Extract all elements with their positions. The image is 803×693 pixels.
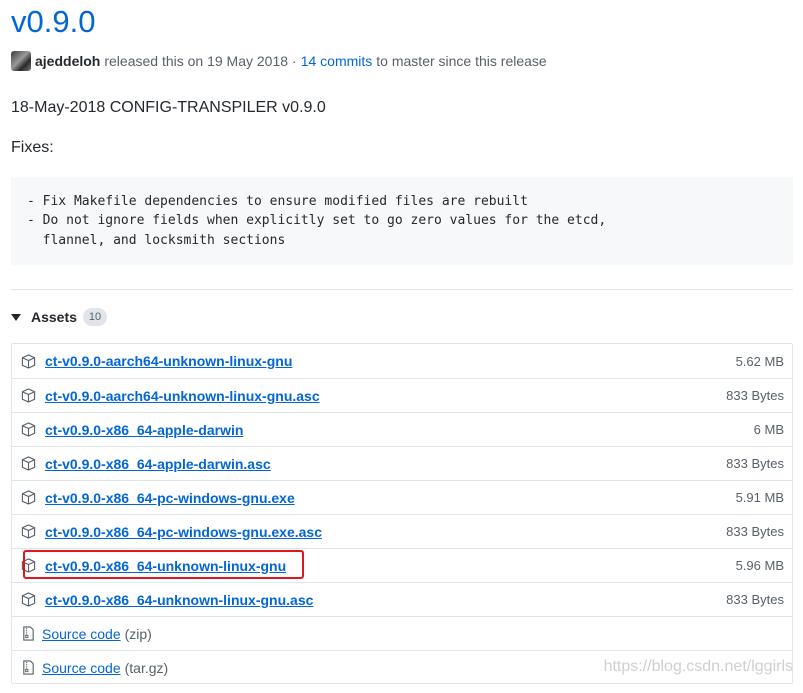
asset-row[interactable]: ct-v0.9.0-x86_64-unknown-linux-gnu.asc 8… — [12, 582, 792, 616]
release-meta: ajeddeloh released this on 19 May 2018 ·… — [11, 50, 551, 72]
source-code-ext: (zip) — [124, 625, 152, 642]
package-icon — [21, 388, 36, 403]
asset-row[interactable]: ct-v0.9.0-aarch64-unknown-linux-gnu.asc … — [12, 378, 792, 412]
author-link[interactable]: ajeddeloh — [35, 53, 100, 69]
source-code-link[interactable]: Source code — [42, 660, 121, 676]
source-code-ext: (tar.gz) — [124, 659, 169, 676]
asset-link[interactable]: ct-v0.9.0-x86_64-apple-darwin — [45, 422, 243, 438]
release-headline: 18-May-2018 CONFIG-TRANSPILER v0.9.0 — [11, 99, 326, 116]
asset-size: 833 Bytes — [726, 456, 784, 471]
asset-size: 5.96 MB — [735, 558, 784, 573]
assets-count-badge: 10 — [82, 308, 108, 326]
package-icon — [21, 558, 36, 573]
asset-row[interactable]: ct-v0.9.0-aarch64-unknown-linux-gnu 5.62… — [12, 344, 792, 378]
asset-row[interactable]: ct-v0.9.0-x86_64-pc-windows-gnu.exe 5.91… — [12, 480, 792, 514]
asset-size: 833 Bytes — [726, 524, 784, 539]
asset-link[interactable]: ct-v0.9.0-aarch64-unknown-linux-gnu — [45, 353, 292, 369]
asset-row[interactable]: ct-v0.9.0-x86_64-apple-darwin.asc 833 By… — [12, 446, 792, 480]
asset-link[interactable]: ct-v0.9.0-x86_64-unknown-linux-gnu.asc — [45, 592, 313, 608]
package-icon — [21, 422, 36, 437]
asset-size: 6 MB — [753, 422, 784, 437]
source-code-link[interactable]: Source code — [42, 626, 121, 642]
asset-size: 5.91 MB — [735, 490, 784, 505]
released-text: released this on 19 May 2018 — [104, 53, 289, 69]
assets-list: ct-v0.9.0-aarch64-unknown-linux-gnu 5.62… — [11, 343, 793, 684]
file-zip-icon — [23, 660, 34, 675]
asset-row[interactable]: ct-v0.9.0-x86_64-apple-darwin 6 MB — [12, 412, 792, 446]
asset-row[interactable]: ct-v0.9.0-x86_64-pc-windows-gnu.exe.asc … — [12, 514, 792, 548]
commits-suffix: to master since this release — [376, 53, 547, 69]
package-icon — [21, 353, 36, 369]
fixes-label: Fixes: — [11, 139, 54, 156]
author-avatar[interactable] — [11, 51, 31, 71]
package-icon — [21, 490, 36, 505]
package-icon — [21, 456, 36, 471]
source-code-row[interactable]: Source code (zip) — [12, 616, 792, 650]
asset-link[interactable]: ct-v0.9.0-x86_64-pc-windows-gnu.exe — [45, 490, 295, 506]
watermark: https://blog.csdn.net/lggirls — [603, 658, 793, 675]
assets-toggle[interactable]: Assets 10 — [11, 306, 108, 328]
release-title[interactable]: v0.9.0 — [11, 2, 95, 42]
asset-size: 833 Bytes — [726, 388, 784, 403]
package-icon — [21, 524, 36, 539]
caret-down-icon — [11, 313, 21, 321]
asset-size: 5.62 MB — [735, 353, 784, 369]
asset-link[interactable]: ct-v0.9.0-aarch64-unknown-linux-gnu.asc — [45, 388, 320, 404]
asset-row[interactable]: ct-v0.9.0-x86_64-unknown-linux-gnu 5.96 … — [12, 548, 792, 582]
asset-link[interactable]: ct-v0.9.0-x86_64-unknown-linux-gnu — [45, 558, 286, 574]
commits-link[interactable]: 14 commits — [301, 53, 373, 69]
asset-link[interactable]: ct-v0.9.0-x86_64-pc-windows-gnu.exe.asc — [45, 524, 322, 540]
package-icon — [21, 592, 36, 607]
asset-link[interactable]: ct-v0.9.0-x86_64-apple-darwin.asc — [45, 456, 271, 472]
asset-size: 833 Bytes — [726, 592, 784, 607]
file-zip-icon — [23, 626, 34, 641]
assets-label: Assets — [31, 309, 77, 325]
section-divider — [11, 289, 793, 290]
meta-separator: · — [292, 53, 297, 69]
release-notes-code: - Fix Makefile dependencies to ensure mo… — [11, 177, 793, 265]
